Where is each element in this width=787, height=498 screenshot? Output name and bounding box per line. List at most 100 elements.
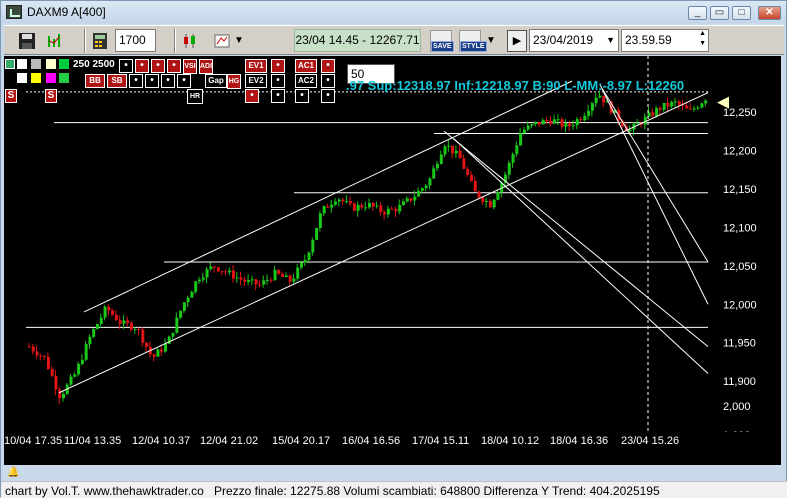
indicator-button[interactable]: • (321, 59, 335, 73)
indicator-button[interactable]: • (151, 59, 165, 73)
save-disk-icon[interactable] (18, 32, 36, 50)
indicator-button[interactable]: • (271, 89, 285, 103)
pen-icon[interactable] (59, 59, 69, 69)
indicator-button[interactable]: • (145, 74, 159, 88)
indicator-button[interactable]: • (161, 74, 175, 88)
candle (674, 97, 677, 107)
candle (126, 316, 130, 327)
indicator-button[interactable]: • (321, 89, 335, 103)
period-input[interactable]: 1700 (115, 29, 156, 52)
sp-toggle-2[interactable]: S (45, 89, 57, 103)
candle (39, 353, 43, 361)
hr-button[interactable]: HR (187, 89, 203, 104)
candle-body (273, 269, 277, 281)
candle-body (417, 190, 421, 197)
candle (375, 201, 379, 209)
color-swatch-green[interactable] (59, 73, 69, 83)
candle-body (156, 349, 160, 357)
vsi-button[interactable]: VSI (183, 59, 197, 74)
minimize-button[interactable]: _ (688, 6, 707, 20)
candles-icon[interactable] (181, 32, 199, 50)
candle (485, 197, 489, 208)
candle-body (386, 208, 390, 215)
settings-icon[interactable] (5, 59, 15, 69)
candle (88, 334, 92, 349)
gap-button[interactable]: Gap (205, 74, 227, 88)
time-input[interactable]: 23.59.59 ▲ ▼ (621, 29, 709, 52)
indicator-button[interactable]: • (129, 74, 143, 88)
color-swatch-magenta[interactable] (46, 73, 56, 83)
candle-body (262, 280, 266, 285)
candle (205, 267, 209, 284)
indicator-icon[interactable] (213, 32, 231, 50)
indicator-button[interactable]: • (135, 59, 149, 73)
alarm-icon[interactable]: 🔔 (7, 467, 19, 479)
candle (492, 198, 496, 210)
ev1-button[interactable]: EV1 (245, 59, 267, 73)
candle (556, 114, 560, 126)
indicator-button[interactable]: • (271, 74, 285, 88)
color-swatch-white[interactable] (17, 59, 27, 69)
candle (254, 278, 258, 291)
color-swatch-grey[interactable] (31, 59, 41, 69)
candle-body (137, 329, 141, 331)
sb-button[interactable]: SB (107, 74, 127, 88)
adi-button[interactable]: ADI (199, 59, 213, 74)
bb-button[interactable]: BB (85, 74, 105, 88)
candle (96, 323, 99, 330)
spinner-icon[interactable]: ▲ ▼ (699, 29, 706, 49)
candle-body (133, 329, 137, 331)
candle (700, 102, 704, 109)
color-swatch-white[interactable] (17, 73, 27, 83)
maximize-button[interactable]: □ (732, 6, 751, 20)
candle-body (303, 260, 307, 263)
ac2-button[interactable]: AC2 (295, 74, 317, 88)
y-tick-label: 12,150 (723, 184, 757, 196)
indicator-button[interactable]: • (321, 74, 335, 88)
sp-toggle[interactable]: S (5, 89, 17, 103)
price-chart[interactable] (4, 56, 717, 465)
chevron-down-icon[interactable]: ▼ (234, 35, 244, 46)
fan-line (601, 88, 709, 305)
indicator-button[interactable]: • (271, 59, 285, 73)
ev2-button[interactable]: EV2 (245, 74, 267, 88)
chart-type-icon[interactable] (46, 32, 64, 50)
color-swatch-yellow[interactable] (31, 73, 41, 83)
candle (436, 160, 439, 172)
x-tick-label: 16/04 16.56 (342, 435, 400, 447)
restore-button[interactable]: ▭ (710, 6, 729, 20)
indicator-button[interactable]: • (245, 89, 259, 103)
save-button[interactable]: SAVE (430, 30, 454, 52)
indicator-button[interactable]: • (177, 74, 191, 88)
calculator-icon[interactable] (91, 32, 109, 50)
toolbar-separator (174, 29, 176, 53)
candle (424, 184, 428, 192)
fan-line (453, 138, 709, 374)
candle-body (326, 206, 330, 208)
date-picker[interactable]: 23/04/2019 ▼ (529, 29, 619, 52)
chart-canvas[interactable] (4, 56, 717, 432)
date-value: 23/04/2019 (533, 33, 594, 47)
candle (179, 310, 183, 320)
play-button[interactable]: ▶ (507, 30, 527, 52)
candle-body (628, 129, 632, 132)
candle-body (281, 273, 285, 277)
candle (545, 117, 549, 125)
candle-body (375, 205, 379, 207)
indicator-button[interactable]: • (295, 89, 309, 103)
close-button[interactable]: ✕ (758, 6, 781, 20)
candle-body (141, 329, 145, 343)
indicator-button[interactable]: • (167, 59, 181, 73)
candle (114, 310, 118, 322)
candle-body (488, 201, 492, 208)
candle (511, 152, 515, 168)
chevron-down-icon[interactable]: ▼ (606, 30, 615, 51)
style-button[interactable]: STYLE (459, 30, 487, 52)
indicator-button[interactable]: • (119, 59, 133, 73)
candle-body (228, 270, 232, 273)
hg-button[interactable]: HG (227, 74, 241, 89)
chevron-down-icon[interactable]: ▼ (486, 35, 496, 46)
ac1-button[interactable]: AC1 (295, 59, 317, 73)
color-swatch-pale[interactable] (46, 59, 56, 69)
candle-body (341, 199, 345, 202)
